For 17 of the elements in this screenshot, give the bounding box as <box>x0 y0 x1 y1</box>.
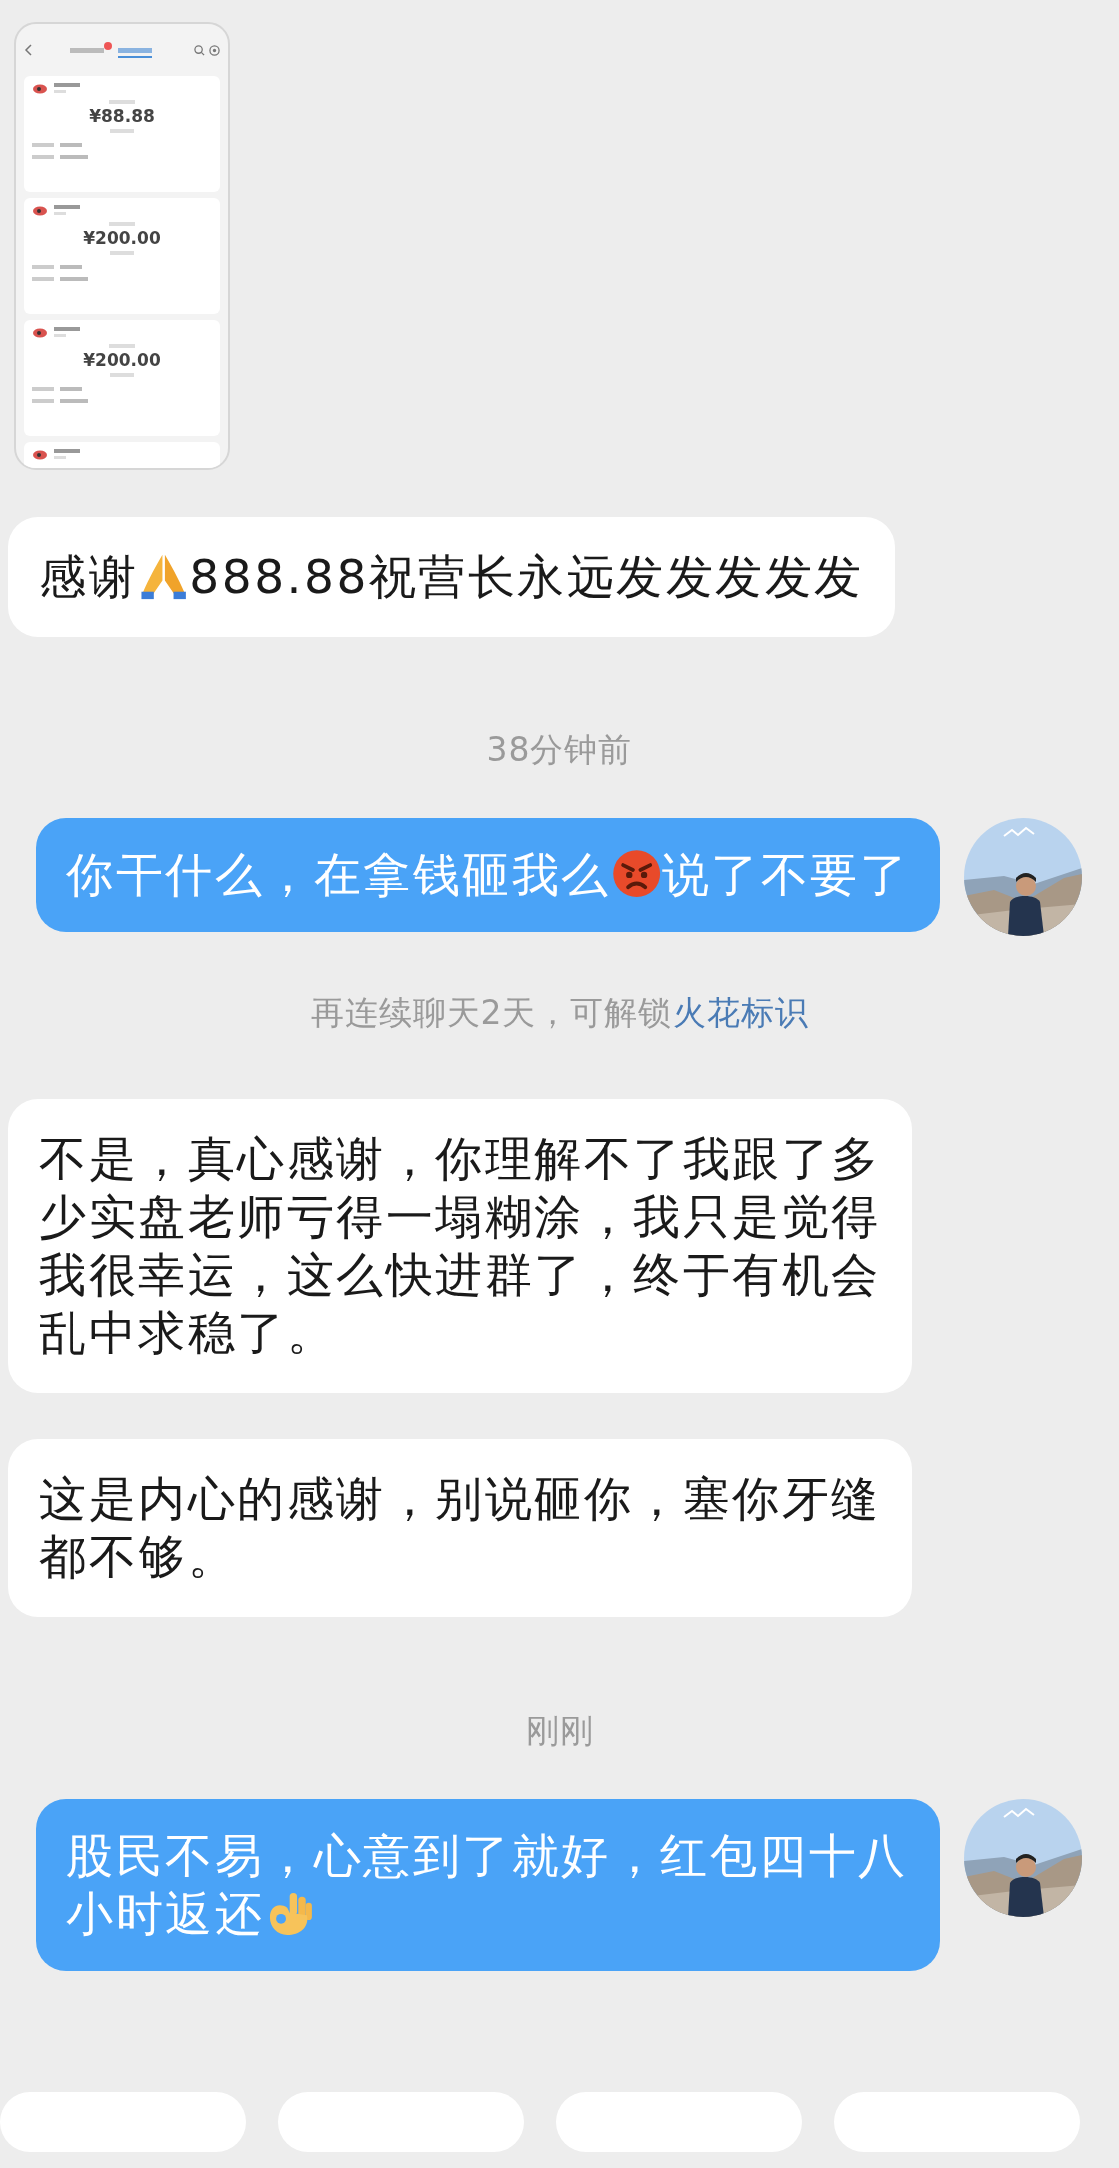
message-text: 感谢 <box>39 548 138 606</box>
message-text: 888.88祝营长永远发发发发发 <box>189 548 864 606</box>
message-text: 你干什么，在拿钱砸我么 <box>66 846 611 904</box>
message-text: 小时返还 <box>66 1885 264 1943</box>
message-text: 这是内心的感谢，别说砸你，塞你牙缝都不够。 <box>39 1471 881 1584</box>
message-text: 不是，真心感谢，你理解不了我跟了多少实盘老师亏得一塌糊涂，我只是觉得我很幸运，这么快进群了，终于有机会乱中求稳了。 <box>39 1131 881 1360</box>
screenshot-thumbnail[interactable]: ¥88.88 ¥200.00 ¥200.00 <box>14 22 230 470</box>
timestamp: 38分钟前 <box>486 730 633 769</box>
payment-amount: ¥88.88 <box>89 106 155 126</box>
notice-text: 再连续聊天2天，可解锁 <box>310 993 673 1032</box>
payment-amount: ¥200.00 <box>83 350 161 370</box>
spark-link[interactable]: 火花标识 <box>672 993 809 1032</box>
message-text: 说了不要 <box>661 846 860 904</box>
payment-amount: ¥200.00 <box>83 228 161 248</box>
timestamp: 刚刚 <box>525 1711 594 1750</box>
message-text: 了 <box>859 846 910 904</box>
message-text: 股民不易，心意到了就好，红包四十八 <box>66 1827 908 1885</box>
